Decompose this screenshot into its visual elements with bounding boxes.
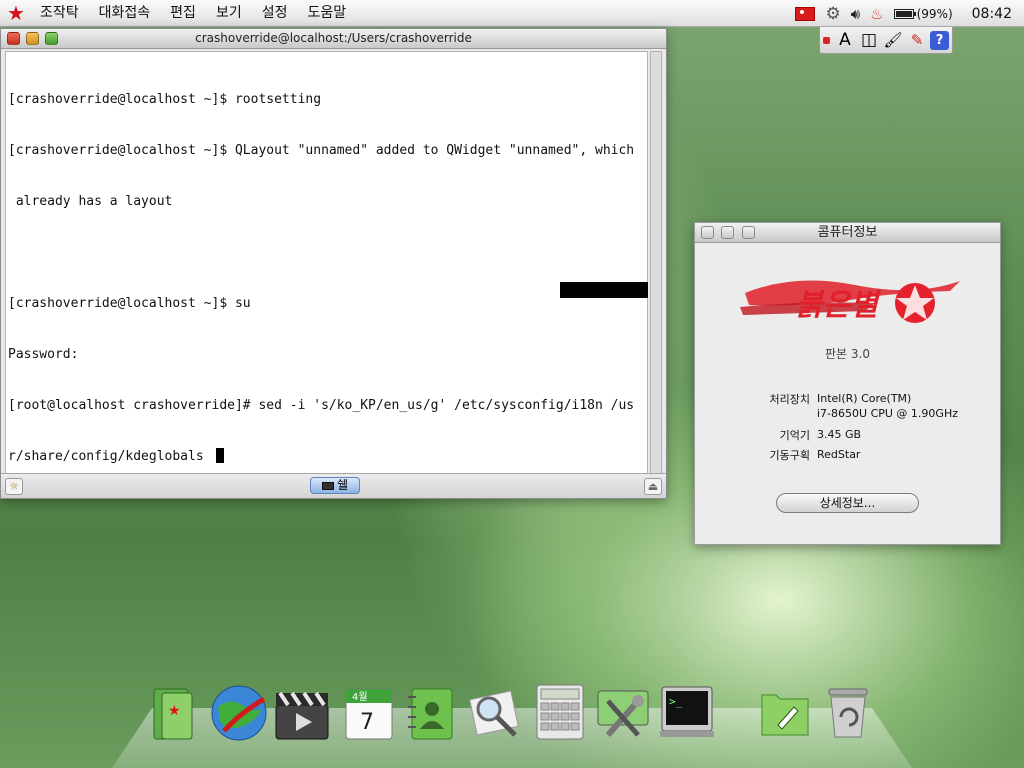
terminal-window: crashoverride@localhost:/Users/crashover… <box>0 28 667 499</box>
processor-value-line: Intel(R) Core(TM) <box>817 392 912 405</box>
startup-disk-label: 기동구획 <box>769 449 810 462</box>
help-icon[interactable]: ? <box>930 30 949 50</box>
clock[interactable]: 08:42 <box>972 6 1012 22</box>
maximize-button[interactable] <box>742 226 755 239</box>
text-cursor <box>215 448 224 463</box>
maximize-button[interactable] <box>45 32 58 45</box>
memory-label: 기억기 <box>779 429 810 442</box>
processor-value: Intel(R) Core(TM) i7-8650U CPU @ 1.90GHz <box>817 391 958 421</box>
minimize-button[interactable] <box>26 32 39 45</box>
computer-info-window: 콤퓨터정보 붉은별 판본 3.0 처리장치 Intel(R) Core(TM) … <box>694 222 1001 545</box>
input-method-toolbar: A ◫ 🖌︎ ✎ ? <box>819 27 953 54</box>
battery-percent: (99%) <box>916 6 953 21</box>
red-star-menu-icon[interactable]: ★ <box>0 0 32 27</box>
window-title: crashoverride@localhost:/Users/crashover… <box>195 31 472 45</box>
processor-label: 처리장치 <box>769 393 810 406</box>
svg-text:★: ★ <box>168 703 181 719</box>
svg-text:붉은별: 붉은별 <box>795 288 881 323</box>
calendar-icon[interactable]: 4월 7 <box>340 685 398 743</box>
ime-close-dot[interactable] <box>823 36 830 44</box>
system-settings-icon[interactable] <box>594 685 652 743</box>
terminal-prompt-line: r/share/config/kdeglobals <box>8 448 647 465</box>
calculator-icon[interactable] <box>531 683 589 741</box>
menu-item-settings[interactable]: 설정 <box>254 0 300 27</box>
tab-shell[interactable]: 쉘 <box>310 477 360 494</box>
file-manager-icon[interactable]: ★ <box>148 685 206 743</box>
terminal-line: [crashoverride@localhost ~]$ QLayout "un… <box>8 143 635 158</box>
system-tray: ⚙ 🔊︎ ♨ (99%) 08:42 <box>790 0 1024 27</box>
menu-item-session[interactable]: 대화접속 <box>91 0 163 27</box>
terminal-icon[interactable]: >_ <box>658 683 716 741</box>
menu-item-console[interactable]: 조작탁 <box>32 0 91 27</box>
flame-icon[interactable]: ♨ <box>870 0 883 27</box>
battery-indicator[interactable]: (99%) <box>893 0 953 27</box>
flag-icon[interactable] <box>795 0 816 27</box>
address-book-icon[interactable] <box>402 685 460 743</box>
top-menu-bar: ★ 조작탁 대화접속 편집 보기 설정 도움말 ⚙ 🔊︎ ♨ (99%) 08:… <box>0 0 1024 27</box>
trash-icon[interactable] <box>819 683 877 741</box>
more-info-button[interactable]: 상세정보... <box>776 493 919 513</box>
close-tab-icon[interactable]: ⏏ <box>644 478 662 495</box>
terminal-titlebar[interactable]: crashoverride@localhost:/Users/crashover… <box>1 29 666 49</box>
terminal-line: r/share/config/kdeglobals <box>8 449 212 464</box>
media-player-icon[interactable] <box>272 685 330 743</box>
terminal-line: Password: <box>8 347 79 362</box>
version-label: 판본 3.0 <box>825 347 870 361</box>
svg-text:>_: >_ <box>669 695 683 708</box>
settings-gear-icon[interactable]: ⚙ <box>825 0 840 27</box>
input-mode-icon[interactable]: A <box>834 29 856 51</box>
brush-icon[interactable]: 🖌︎ <box>882 29 904 51</box>
startup-disk-value: RedStar <box>817 448 861 461</box>
about-titlebar[interactable]: 콤퓨터정보 <box>695 223 1000 243</box>
red-star-logo: 붉은별 <box>740 280 960 323</box>
calendar-month: 4월 <box>352 691 368 703</box>
image-viewer-icon[interactable] <box>465 685 523 743</box>
menu-item-edit[interactable]: 편집 <box>162 0 208 27</box>
menu-item-help[interactable]: 도움말 <box>299 0 358 27</box>
terminal-line: [crashoverride@localhost ~]$ rootsetting <box>8 92 322 107</box>
monitor-icon <box>321 482 334 490</box>
terminal-line: already has a layout <box>8 194 173 209</box>
tab-shell-label: 쉘 <box>336 478 349 492</box>
battery-icon <box>893 8 916 19</box>
new-tab-icon[interactable]: ☼ <box>5 478 23 495</box>
terminal-line: [root@localhost crashoverride]# sed -i '… <box>8 398 635 413</box>
menu-item-view[interactable]: 보기 <box>208 0 254 27</box>
web-browser-icon[interactable] <box>210 683 268 741</box>
close-button[interactable] <box>7 32 20 45</box>
terminal-scrollbar[interactable] <box>650 51 662 498</box>
processor-value-line: i7-8650U CPU @ 1.90GHz <box>817 407 958 420</box>
volume-icon[interactable]: 🔊︎ <box>851 0 860 27</box>
terminal-line: [crashoverride@localhost ~]$ su <box>8 296 251 311</box>
calendar-day: 7 <box>360 710 374 735</box>
redaction-block <box>560 282 648 298</box>
tool-icon[interactable]: ✎ <box>906 29 928 51</box>
window-title: 콤퓨터정보 <box>817 225 878 240</box>
terminal-tab-bar: ☼ 쉘 ⏏ <box>1 473 666 498</box>
memory-value: 3.45 GB <box>817 428 862 441</box>
text-editor-icon[interactable] <box>756 685 814 743</box>
close-button[interactable] <box>701 226 714 239</box>
minimize-button[interactable] <box>721 226 734 239</box>
terminal-output[interactable]: [crashoverride@localhost ~]$ rootsetting… <box>5 51 648 498</box>
layout-icon[interactable]: ◫ <box>858 29 880 51</box>
